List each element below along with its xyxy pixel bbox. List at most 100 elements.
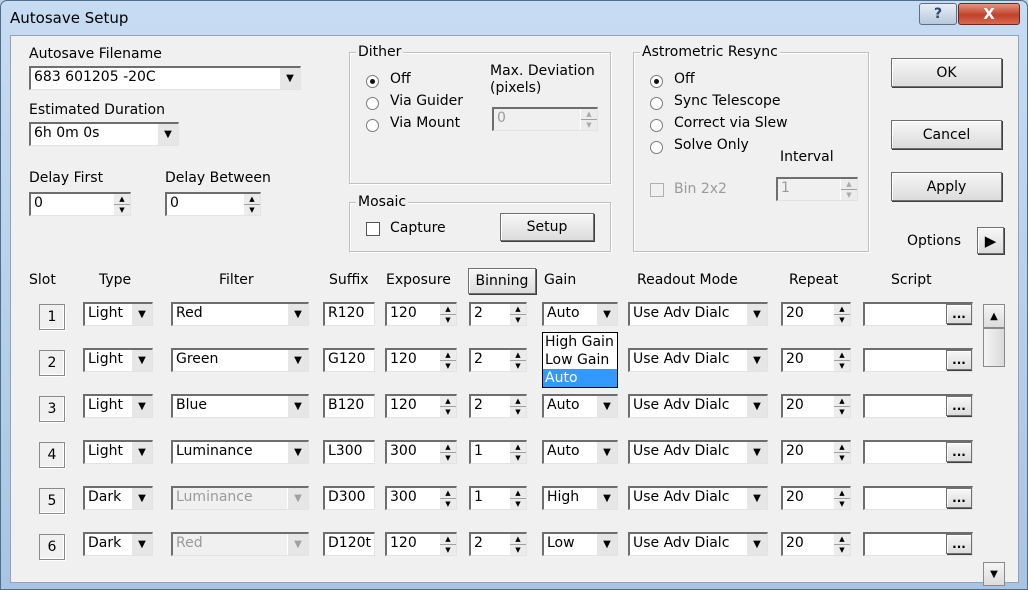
spin-down-icon[interactable]: ▼ xyxy=(440,361,456,371)
delay-between-input[interactable]: 0 ▲ ▼ xyxy=(165,192,261,216)
chevron-down-icon[interactable]: ▼ xyxy=(746,534,767,555)
type-combo[interactable]: Light ▼ xyxy=(83,348,153,372)
spin-down-icon[interactable]: ▼ xyxy=(581,120,597,130)
delay-first-stepper[interactable]: ▲ ▼ xyxy=(113,194,130,215)
script-browse-button[interactable]: ... xyxy=(946,488,972,508)
repeat-input[interactable]: 20 ▲ ▼ xyxy=(781,302,851,326)
capture-checkbox[interactable] xyxy=(366,222,380,236)
spin-down-icon[interactable]: ▼ xyxy=(834,407,850,417)
spin-down-icon[interactable]: ▼ xyxy=(510,499,526,509)
exposure-stepper[interactable]: ▲ ▼ xyxy=(439,442,456,463)
spin-down-icon[interactable]: ▼ xyxy=(834,361,850,371)
filter-combo[interactable]: Blue ▼ xyxy=(171,394,309,418)
astro-sync-radio[interactable] xyxy=(650,97,663,110)
binning-input[interactable]: 2 ▲ ▼ xyxy=(469,532,527,556)
spin-up-icon[interactable]: ▲ xyxy=(440,534,456,545)
delay-between-stepper[interactable]: ▲ ▼ xyxy=(243,194,260,215)
astro-solve-radio[interactable] xyxy=(650,141,663,154)
chevron-down-icon[interactable]: ▼ xyxy=(746,442,767,463)
mosaic-setup-button[interactable]: Setup xyxy=(500,213,594,241)
spin-up-icon[interactable]: ▲ xyxy=(510,534,526,545)
script-browse-button[interactable]: ... xyxy=(946,350,972,370)
suffix-input[interactable]: B120 xyxy=(323,394,375,418)
binning-input[interactable]: 1 ▲ ▼ xyxy=(469,486,527,510)
spin-down-icon[interactable]: ▼ xyxy=(510,545,526,555)
repeat-stepper[interactable]: ▲ ▼ xyxy=(833,442,850,463)
spin-down-icon[interactable]: ▼ xyxy=(440,499,456,509)
binning-stepper[interactable]: ▲ ▼ xyxy=(509,396,526,417)
max-deviation-stepper[interactable]: ▲ ▼ xyxy=(580,109,597,130)
dither-guider-radio[interactable] xyxy=(366,97,379,110)
repeat-input[interactable]: 20 ▲ ▼ xyxy=(781,532,851,556)
exposure-input[interactable]: 300 ▲ ▼ xyxy=(385,440,457,464)
spin-up-icon[interactable]: ▲ xyxy=(510,396,526,407)
close-button[interactable]: X xyxy=(958,3,1020,25)
chevron-down-icon[interactable]: ▼ xyxy=(596,488,617,509)
binning-input[interactable]: 2 ▲ ▼ xyxy=(469,394,527,418)
chevron-down-icon[interactable]: ▼ xyxy=(746,350,767,371)
spin-up-icon[interactable]: ▲ xyxy=(510,442,526,453)
filter-combo[interactable]: Luminance ▼ xyxy=(171,440,309,464)
binning-stepper[interactable]: ▲ ▼ xyxy=(509,350,526,371)
readout-combo[interactable]: Use Adv Dialc ▼ xyxy=(628,486,768,510)
chevron-down-icon[interactable]: ▼ xyxy=(287,442,308,463)
dither-off-radio[interactable] xyxy=(366,75,379,88)
gain-combo[interactable]: High ▼ xyxy=(542,486,618,510)
chevron-down-icon[interactable]: ▼ xyxy=(287,304,308,325)
type-combo[interactable]: Light ▼ xyxy=(83,302,153,326)
script-field[interactable]: ... xyxy=(863,348,973,372)
spin-down-icon[interactable]: ▼ xyxy=(244,205,260,215)
exposure-stepper[interactable]: ▲ ▼ xyxy=(439,350,456,371)
spin-up-icon[interactable]: ▲ xyxy=(244,194,260,205)
spin-down-icon[interactable]: ▼ xyxy=(510,453,526,463)
readout-combo[interactable]: Use Adv Dialc ▼ xyxy=(628,394,768,418)
type-combo[interactable]: Light ▼ xyxy=(83,440,153,464)
exposure-input[interactable]: 120 ▲ ▼ xyxy=(385,302,457,326)
type-combo[interactable]: Light ▼ xyxy=(83,394,153,418)
spin-down-icon[interactable]: ▼ xyxy=(440,315,456,325)
binning-stepper[interactable]: ▲ ▼ xyxy=(509,534,526,555)
spin-up-icon[interactable]: ▲ xyxy=(510,488,526,499)
repeat-input[interactable]: 20 ▲ ▼ xyxy=(781,486,851,510)
spin-up-icon[interactable]: ▲ xyxy=(440,350,456,361)
spin-up-icon[interactable]: ▲ xyxy=(834,442,850,453)
chevron-down-icon[interactable]: ▼ xyxy=(596,534,617,555)
spin-down-icon[interactable]: ▼ xyxy=(510,407,526,417)
chevron-down-icon[interactable]: ▼ xyxy=(287,396,308,417)
chevron-down-icon[interactable]: ▼ xyxy=(131,488,152,509)
spin-up-icon[interactable]: ▲ xyxy=(834,304,850,315)
dither-mount-radio[interactable] xyxy=(366,119,379,132)
readout-combo[interactable]: Use Adv Dialc ▼ xyxy=(628,440,768,464)
script-field[interactable]: ... xyxy=(863,486,973,510)
script-browse-button[interactable]: ... xyxy=(946,396,972,416)
chevron-down-icon[interactable]: ▼ xyxy=(596,304,617,325)
max-deviation-input[interactable]: 0 ▲ ▼ xyxy=(492,107,598,131)
chevron-down-icon[interactable]: ▼ xyxy=(131,442,152,463)
chevron-down-icon[interactable]: ▼ xyxy=(287,488,308,509)
interval-stepper[interactable]: ▲ ▼ xyxy=(840,179,857,200)
script-browse-button[interactable]: ... xyxy=(946,304,972,324)
chevron-down-icon[interactable]: ▼ xyxy=(131,396,152,417)
spin-down-icon[interactable]: ▼ xyxy=(114,205,130,215)
binning-input[interactable]: 2 ▲ ▼ xyxy=(469,348,527,372)
spin-up-icon[interactable]: ▲ xyxy=(581,109,597,120)
repeat-stepper[interactable]: ▲ ▼ xyxy=(833,488,850,509)
script-field[interactable]: ... xyxy=(863,394,973,418)
binning-header-button[interactable]: Binning xyxy=(468,268,536,294)
filter-combo[interactable]: Red ▼ xyxy=(171,302,309,326)
chevron-down-icon[interactable]: ▼ xyxy=(746,488,767,509)
repeat-stepper[interactable]: ▲ ▼ xyxy=(833,534,850,555)
spin-up-icon[interactable]: ▲ xyxy=(440,304,456,315)
cancel-button[interactable]: Cancel xyxy=(891,120,1002,149)
chevron-down-icon[interactable]: ▼ xyxy=(157,124,178,145)
scroll-thumb[interactable] xyxy=(983,328,1005,367)
spin-up-icon[interactable]: ▲ xyxy=(834,534,850,545)
binning-input[interactable]: 1 ▲ ▼ xyxy=(469,440,527,464)
gain-option-low[interactable]: Low Gain xyxy=(543,351,617,369)
astro-slew-radio[interactable] xyxy=(650,119,663,132)
chevron-down-icon[interactable]: ▼ xyxy=(746,396,767,417)
readout-combo[interactable]: Use Adv Dialc ▼ xyxy=(628,302,768,326)
bin-2x2-checkbox[interactable] xyxy=(650,183,664,197)
binning-input[interactable]: 2 ▲ ▼ xyxy=(469,302,527,326)
suffix-input[interactable]: R120 xyxy=(323,302,375,326)
